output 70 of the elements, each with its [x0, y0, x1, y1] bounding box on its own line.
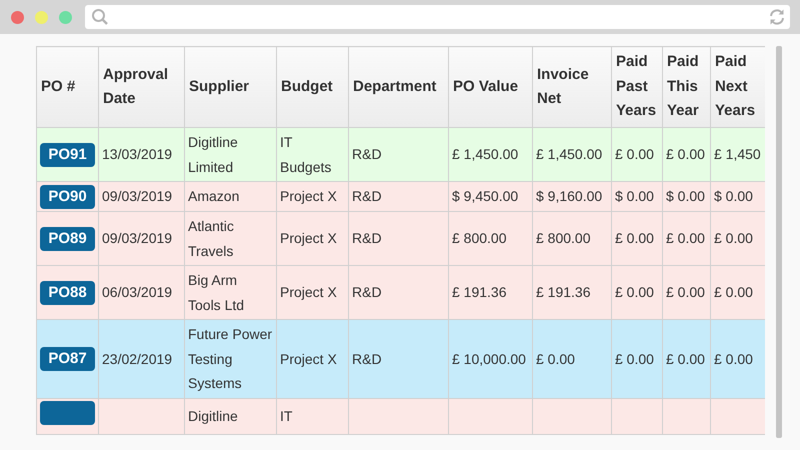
table-cell: Amazon — [188, 188, 240, 204]
po-badge[interactable] — [40, 400, 95, 424]
table-cell: £ 191.36 — [452, 284, 506, 300]
column-header[interactable]: Invoice Net — [532, 46, 612, 128]
column-header[interactable]: Paid Next Years — [710, 46, 765, 128]
table-cell: £ 0.00 — [615, 146, 654, 162]
table-cell: 09/03/2019 — [102, 230, 172, 246]
po-number-badge[interactable]: PO87 — [40, 347, 95, 372]
table-cell: £ 0.00 — [666, 146, 705, 162]
table-cell: IT Budgets — [280, 134, 332, 174]
table-cell: R&D — [352, 188, 382, 204]
table-cell: £ 191.36 — [536, 284, 590, 300]
table-cell: R&D — [352, 284, 382, 300]
column-header[interactable]: Department — [348, 46, 448, 128]
table-cell: R&D — [352, 146, 382, 162]
scrollbar[interactable] — [776, 46, 782, 438]
table-cell: £ 10,000.00 — [452, 350, 526, 366]
table-cell: Future Power Testing Systems — [188, 326, 272, 391]
table-cell: 09/03/2019 — [102, 188, 172, 204]
column-header[interactable]: Paid This Year — [662, 46, 710, 128]
table-cell: £ 800.00 — [452, 230, 506, 246]
table-cell: 23/02/2019 — [102, 350, 172, 366]
table-cell: £ 0.00 — [666, 350, 705, 366]
table-cell: £ 1,450.00 — [452, 146, 518, 162]
table-cell: £ 1,450 — [714, 146, 761, 162]
close-window-icon[interactable] — [11, 10, 24, 24]
minimize-window-icon[interactable] — [35, 10, 48, 24]
search-icon — [91, 8, 109, 26]
table-cell: Project X — [280, 230, 337, 246]
table-cell: £ 0.00 — [714, 350, 753, 366]
table-cell: $ 0.00 — [714, 188, 753, 204]
table-cell: IT — [280, 408, 292, 424]
table-cell: £ 0.00 — [666, 230, 705, 246]
table-cell: $ 9,450.00 — [452, 188, 518, 204]
table-cell: £ 0.00 — [536, 350, 575, 366]
table-cell: $ 0.00 — [666, 188, 705, 204]
po-number-badge[interactable]: PO90 — [40, 185, 95, 209]
table-cell: $ 0.00 — [615, 188, 654, 204]
table-cell: £ 1,450.00 — [536, 146, 602, 162]
refresh-icon[interactable] — [768, 8, 786, 26]
table-cell: £ 0.00 — [615, 230, 654, 246]
column-header[interactable]: Supplier — [184, 46, 276, 128]
table-cell: £ 0.00 — [714, 230, 753, 246]
table-cell: £ 0.00 — [714, 284, 753, 300]
table-cell: £ 0.00 — [615, 350, 654, 366]
table-cell: R&D — [352, 230, 382, 246]
po-number-badge[interactable]: PO91 — [40, 143, 95, 167]
table-cell: £ 0.00 — [615, 284, 654, 300]
po-number-badge[interactable]: PO89 — [40, 227, 95, 251]
column-header[interactable]: PO # — [36, 46, 98, 128]
table-cell: £ 0.00 — [666, 284, 705, 300]
table-cell: Project X — [280, 284, 337, 300]
table-cell: Digitline Limited — [188, 134, 238, 174]
table-cell: Digitline — [188, 408, 238, 424]
column-header[interactable]: PO Value — [448, 46, 532, 128]
table-cell: Project X — [280, 188, 337, 204]
column-header[interactable]: Paid Past Years — [612, 46, 662, 128]
maximize-window-icon[interactable] — [59, 10, 72, 24]
column-header[interactable]: Budget — [276, 46, 348, 128]
table-cell: Atlantic Travels — [188, 218, 234, 258]
table-cell: 06/03/2019 — [102, 284, 172, 300]
po-number-badge[interactable]: PO88 — [40, 281, 95, 305]
table-cell: 13/03/2019 — [102, 146, 172, 162]
table-cell: $ 9,160.00 — [536, 188, 602, 204]
table-cell: R&D — [352, 350, 382, 366]
table-cell: £ 800.00 — [536, 230, 590, 246]
table-cell: Project X — [280, 350, 337, 366]
table-cell: Big Arm Tools Ltd — [188, 272, 244, 312]
address-field[interactable] — [85, 5, 790, 29]
column-header[interactable]: Approval Date — [98, 46, 184, 128]
